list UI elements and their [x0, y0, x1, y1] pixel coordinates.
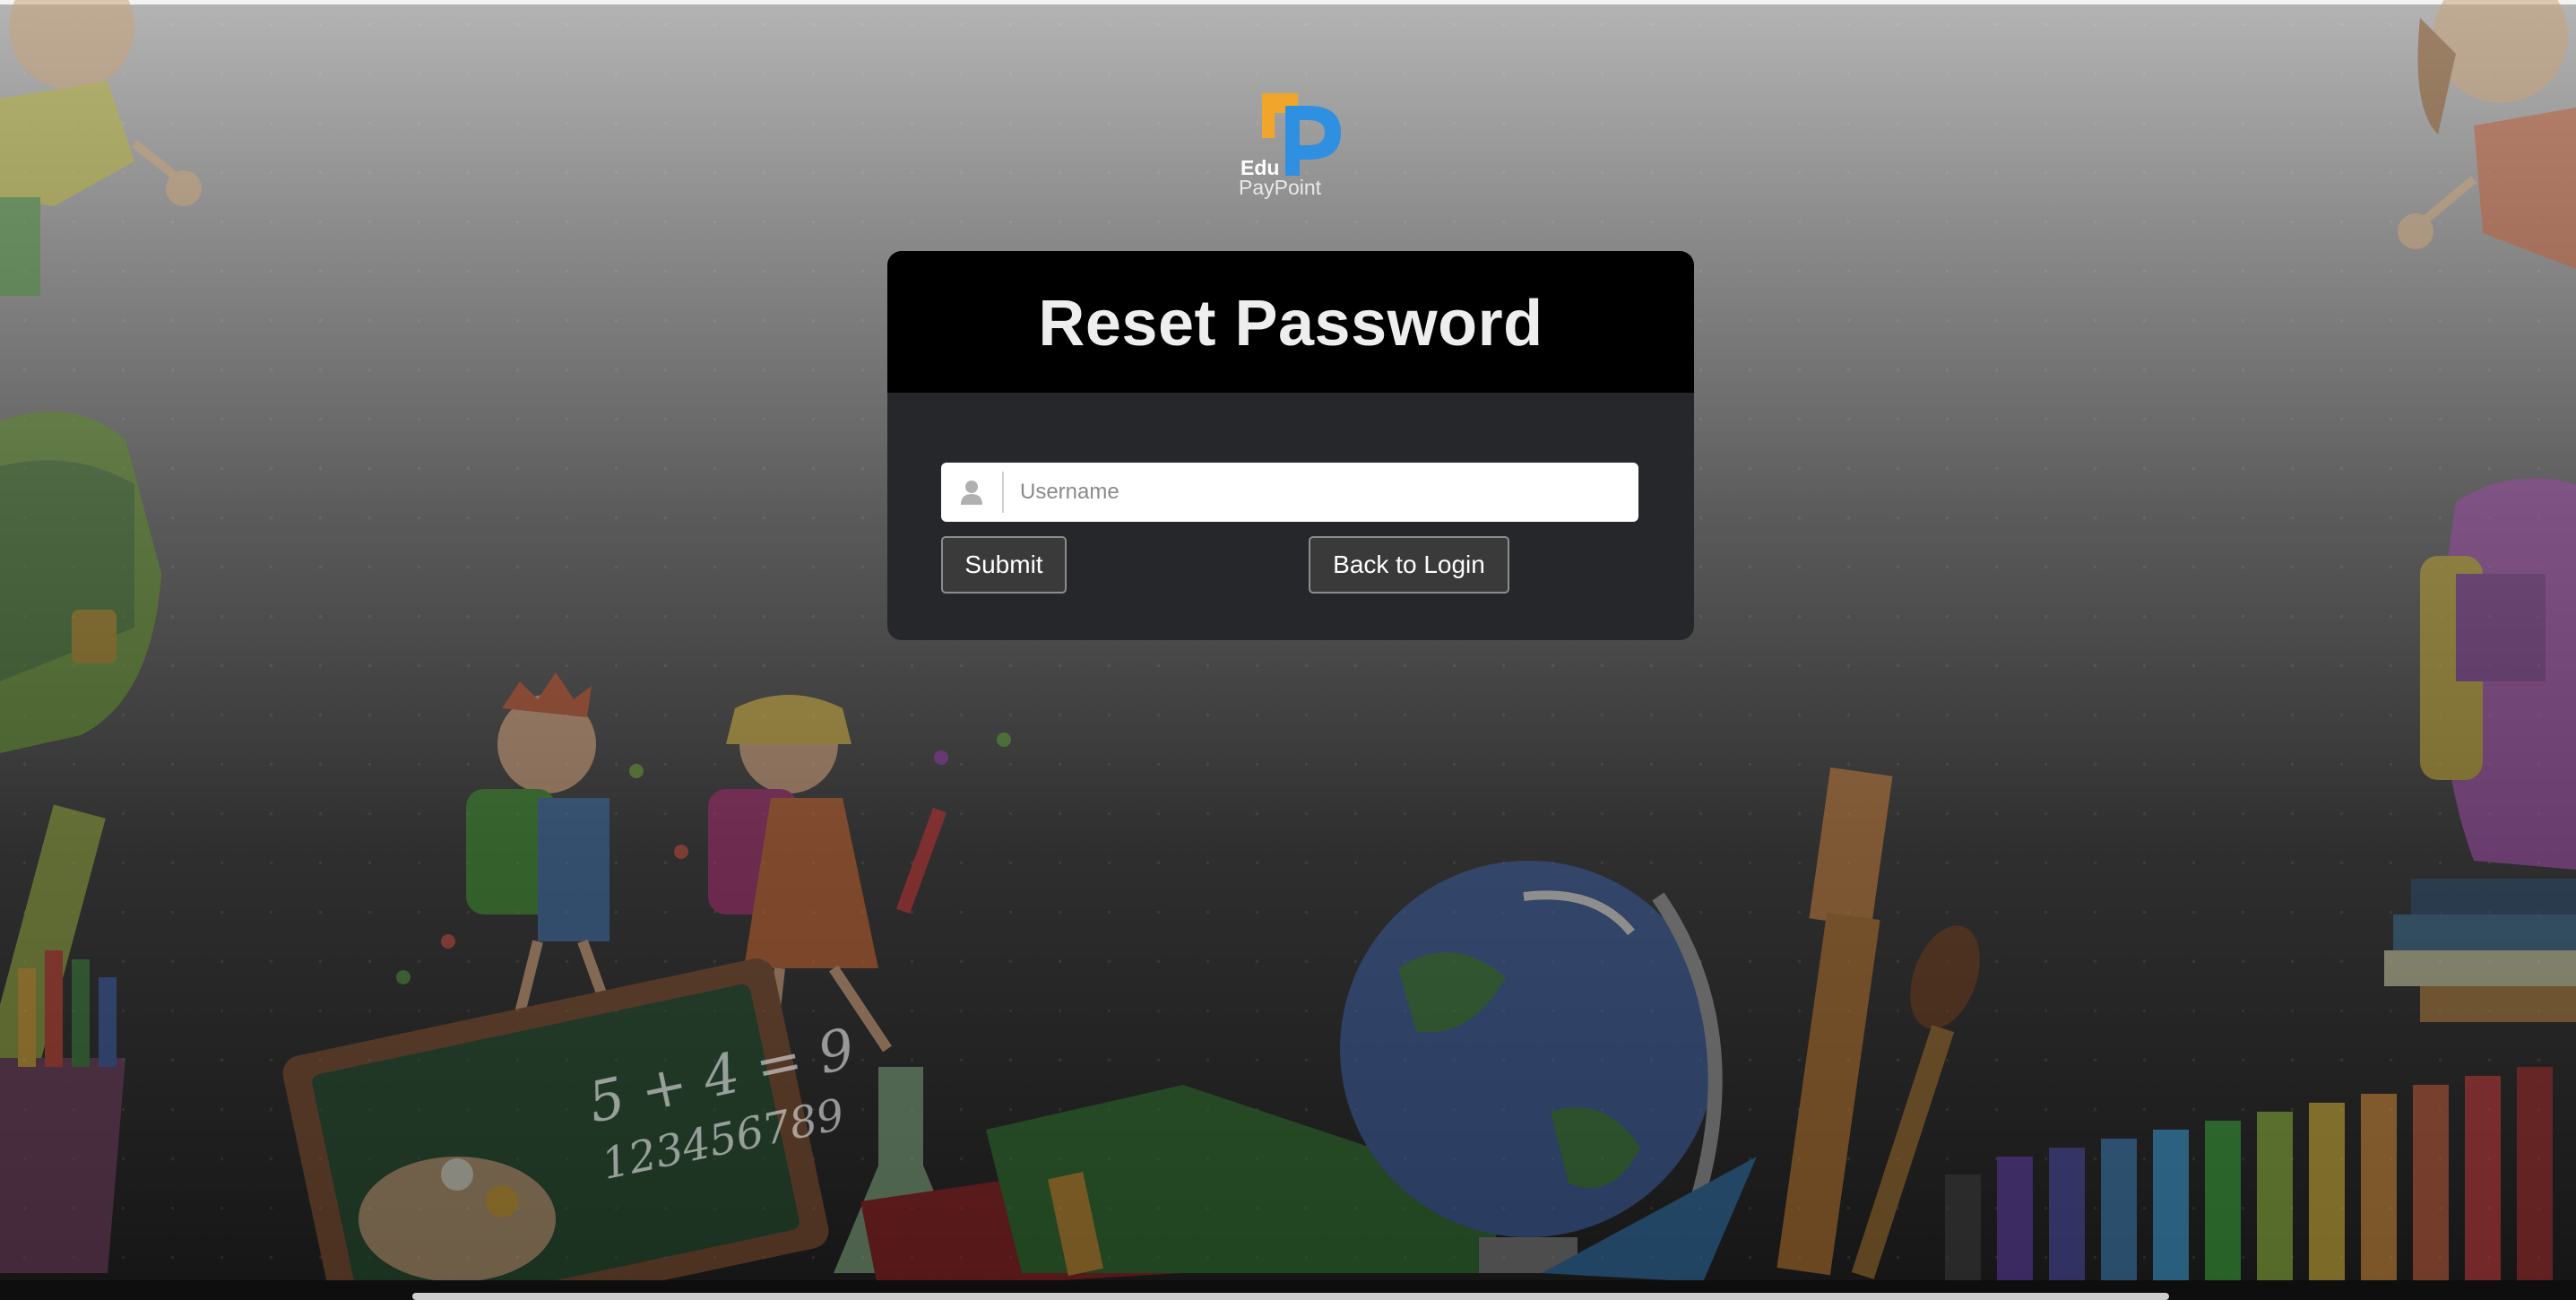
girl-illustration-top-right: [2398, 0, 2576, 269]
edupaypoint-logo: Edu PayPoint: [1235, 86, 1352, 204]
book-stack-right: [2384, 879, 2576, 1022]
purple-backpack-right: [2420, 478, 2576, 870]
username-input[interactable]: [1004, 465, 1638, 519]
username-field[interactable]: [941, 463, 1638, 522]
horizontal-scrollbar[interactable]: [412, 1293, 2169, 1300]
back-to-login-button[interactable]: Back to Login: [1309, 536, 1509, 594]
green-backpack-left: [0, 411, 161, 753]
colored-pencils: [1945, 1067, 2553, 1282]
page-title: Reset Password: [1038, 288, 1543, 360]
submit-button[interactable]: Submit: [941, 536, 1067, 594]
bottom-bar: [0, 1280, 2576, 1300]
user-icon: [941, 472, 1004, 513]
logo-text-paypoint: PayPoint: [1239, 176, 1322, 199]
boy-illustration-top-left: [0, 0, 202, 296]
card-header: Reset Password: [887, 251, 1694, 393]
pencil-cup-left: [0, 950, 125, 1273]
reset-password-card: Reset Password Submit Back to Login: [887, 251, 1694, 640]
